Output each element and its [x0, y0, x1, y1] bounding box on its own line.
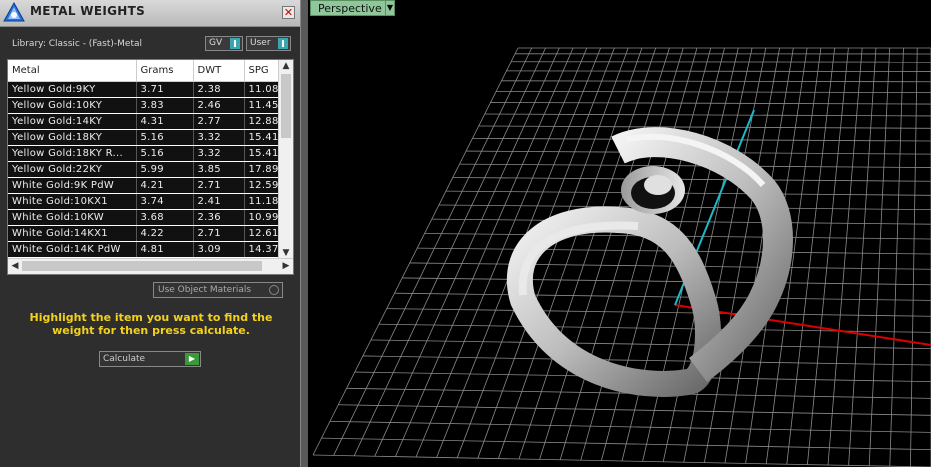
- cell-metal: Yellow Gold:14KY: [8, 113, 137, 130]
- cell-metal: White Gold:14KX1: [8, 225, 137, 242]
- cell-dwt: 2.77: [193, 113, 245, 130]
- cell-dwt: 3.32: [193, 129, 245, 146]
- cell-dwt: 2.71: [193, 225, 245, 242]
- cell-grams: 4.22: [136, 225, 194, 242]
- cell-spg: 10.99: [244, 209, 281, 226]
- viewport-canvas[interactable]: [308, 0, 931, 467]
- user-toggle-icon: [278, 38, 288, 49]
- cell-dwt: 2.36: [193, 209, 245, 226]
- play-arrow-icon: ▶: [185, 353, 199, 365]
- panel-titlebar: METAL WEIGHTS ✕: [0, 0, 300, 27]
- cell-grams: 5.16: [136, 129, 194, 146]
- calculate-button[interactable]: Calculate ▶: [99, 351, 201, 367]
- panel-title: METAL WEIGHTS: [30, 4, 146, 18]
- perspective-viewport[interactable]: Perspective ▼: [308, 0, 931, 467]
- table-row[interactable]: White Gold:10KX1 3.74 2.41 11.18: [8, 193, 281, 210]
- table-row[interactable]: White Gold:14K PdW 4.81 3.09 14.37: [8, 241, 281, 258]
- cell-spg: 15.41: [244, 129, 281, 146]
- table-row[interactable]: Yellow Gold:10KY 3.83 2.46 11.45: [8, 97, 281, 114]
- cell-grams: 3.68: [136, 209, 194, 226]
- cell-dwt: 3.85: [193, 161, 245, 178]
- cell-spg: 12.59: [244, 177, 281, 194]
- user-label: User: [250, 38, 271, 48]
- app-logo-icon: [3, 1, 25, 22]
- cell-spg: 11.08: [244, 81, 281, 98]
- cell-metal: White Gold:14K PdW: [8, 241, 137, 258]
- table-row[interactable]: White Gold:10KW 3.68 2.36 10.99: [8, 209, 281, 226]
- gv-toggle[interactable]: GV: [205, 36, 243, 51]
- scroll-up-icon[interactable]: ▲: [279, 61, 293, 71]
- cell-spg: 14.37: [244, 241, 281, 258]
- close-button[interactable]: ✕: [282, 6, 295, 19]
- cell-grams: 5.16: [136, 145, 194, 162]
- cell-spg: 12.88: [244, 113, 281, 130]
- horizontal-scroll-thumb[interactable]: [22, 261, 262, 271]
- metal-weights-panel: METAL WEIGHTS ✕ Library: Classic - (Fast…: [0, 0, 300, 467]
- table-row[interactable]: Yellow Gold:14KY 4.31 2.77 12.88: [8, 113, 281, 130]
- table-row[interactable]: White Gold:14KX1 4.22 2.71 12.61: [8, 225, 281, 242]
- column-header-dwt[interactable]: DWT: [193, 60, 245, 82]
- radio-icon: [269, 285, 279, 295]
- cell-grams: 4.81: [136, 241, 194, 258]
- cell-grams: 4.31: [136, 113, 194, 130]
- use-object-materials-label: Use Object Materials: [158, 285, 252, 295]
- scroll-right-icon[interactable]: ▶: [279, 261, 293, 271]
- cell-spg: 17.89: [244, 161, 281, 178]
- grid-plane: [312, 47, 931, 467]
- cell-metal: Yellow Gold:18KY R...: [8, 145, 137, 162]
- ring-model: [506, 127, 793, 397]
- use-object-materials-toggle[interactable]: Use Object Materials: [153, 282, 283, 298]
- scroll-left-icon[interactable]: ◀: [8, 261, 22, 271]
- view-dropdown-icon[interactable]: ▼: [385, 0, 395, 16]
- cell-grams: 3.71: [136, 81, 194, 98]
- cell-spg: 11.18: [244, 193, 281, 210]
- cell-spg: 15.41: [244, 145, 281, 162]
- table-row[interactable]: Yellow Gold:18KY R... 5.16 3.32 15.41: [8, 145, 281, 162]
- table-row[interactable]: Yellow Gold:18KY 5.16 3.32 15.41: [8, 129, 281, 146]
- cell-grams: 3.74: [136, 193, 194, 210]
- cell-spg: 12.61: [244, 225, 281, 242]
- cell-spg: 11.45: [244, 97, 281, 114]
- view-label[interactable]: Perspective: [310, 0, 389, 16]
- scroll-down-icon[interactable]: ▼: [279, 248, 293, 258]
- vertical-scrollbar[interactable]: ▲ ▼: [278, 60, 293, 259]
- gv-label: GV: [209, 38, 223, 48]
- cell-dwt: 3.09: [193, 241, 245, 258]
- cell-dwt: 2.71: [193, 177, 245, 194]
- cell-dwt: 2.41: [193, 193, 245, 210]
- cell-grams: 3.83: [136, 97, 194, 114]
- instruction-text: Highlight the item you want to find the …: [29, 311, 273, 337]
- column-header-grams[interactable]: Grams: [136, 60, 194, 82]
- metal-table[interactable]: Metal Grams DWT SPG Yellow Gold:9KY 3.71 2…: [7, 59, 294, 275]
- column-header-metal[interactable]: Metal: [8, 60, 137, 82]
- cell-metal: White Gold:10KW: [8, 209, 137, 226]
- horizontal-scrollbar[interactable]: ◀ ▶: [8, 258, 293, 274]
- calculate-label: Calculate: [103, 354, 146, 364]
- gv-toggle-icon: [230, 38, 240, 49]
- cell-metal: White Gold:9K PdW: [8, 177, 137, 194]
- cell-metal: Yellow Gold:10KY: [8, 97, 137, 114]
- cell-metal: White Gold:10KX1: [8, 193, 137, 210]
- table-row[interactable]: Yellow Gold:22KY 5.99 3.85 17.89: [8, 161, 281, 178]
- cell-dwt: 3.32: [193, 145, 245, 162]
- cell-metal: Yellow Gold:18KY: [8, 129, 137, 146]
- table-row[interactable]: White Gold:9K PdW 4.21 2.71 12.59: [8, 177, 281, 194]
- library-label: Library: Classic - (Fast)-Metal: [12, 39, 143, 49]
- vertical-scroll-thumb[interactable]: [281, 74, 291, 138]
- cell-metal: Yellow Gold:9KY: [8, 81, 137, 98]
- column-header-spg[interactable]: SPG: [244, 60, 281, 82]
- cell-grams: 4.21: [136, 177, 194, 194]
- table-row[interactable]: Yellow Gold:9KY 3.71 2.38 11.08: [8, 81, 281, 98]
- cell-metal: Yellow Gold:22KY: [8, 161, 137, 178]
- cell-dwt: 2.38: [193, 81, 245, 98]
- cell-dwt: 2.46: [193, 97, 245, 114]
- user-toggle[interactable]: User: [246, 36, 291, 51]
- cell-grams: 5.99: [136, 161, 194, 178]
